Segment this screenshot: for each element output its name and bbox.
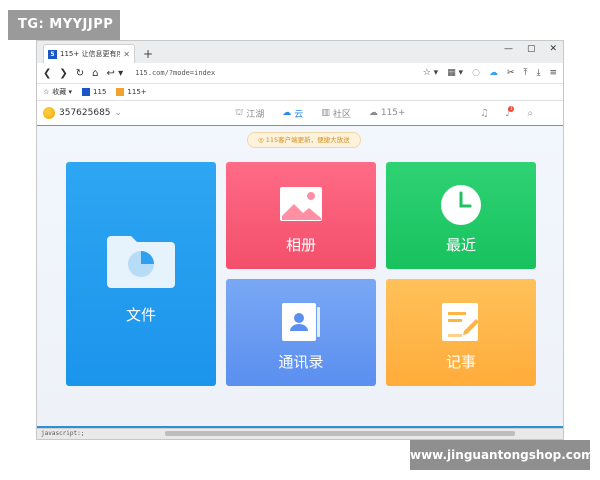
- close-tab-icon[interactable]: ✕: [123, 50, 130, 59]
- nav-label: 115+: [380, 108, 406, 118]
- bookmark-label: 115+: [127, 88, 147, 96]
- maximize-button[interactable]: ▢: [527, 44, 536, 54]
- jianghu-icon: ⛫: [235, 107, 244, 118]
- app-header: 357625685 ⌄ ⛫ 江湖 ☁ 云 ▥ 社区 ☁ 115+ ♫ ♪ 1 ⌕: [37, 101, 563, 125]
- bookmark-star-icon[interactable]: ☆ ▾: [423, 68, 438, 78]
- tab-title: 115+ 让信息更有序: [60, 50, 121, 58]
- contacts-book-icon: [282, 303, 320, 341]
- avatar: [43, 107, 55, 119]
- tile-files[interactable]: 文件: [66, 162, 216, 386]
- tile-label: 记事: [445, 353, 476, 371]
- user-menu[interactable]: 357625685 ⌄: [43, 107, 122, 119]
- notice-text: 115客户端更新，便捷大放送: [265, 136, 350, 144]
- scissors-icon[interactable]: ✂: [507, 68, 515, 78]
- cloud-icon: ☁: [282, 108, 292, 118]
- 115plus-cloud-icon: ☁: [368, 108, 378, 118]
- star-icon: ☆: [43, 88, 50, 96]
- bookmarks-bar: ☆ 收藏 ▾ 115 115+: [37, 84, 563, 101]
- address-tools: ☆ ▾ ▦ ▾ ○ ☁ ✂ ⤒ ⤓ ≡: [423, 68, 557, 78]
- tile-album[interactable]: 相册: [226, 162, 376, 269]
- download-icon[interactable]: ⤓: [536, 68, 540, 78]
- nav-label: 云: [294, 109, 304, 120]
- undo-icon[interactable]: ↩ ▾: [107, 68, 124, 79]
- close-window-button[interactable]: ✕: [549, 44, 557, 54]
- status-bar: javascript:;: [37, 428, 563, 439]
- menu-icon[interactable]: ≡: [549, 68, 557, 78]
- new-tab-button[interactable]: +: [143, 47, 153, 61]
- qr-code-icon[interactable]: ▦ ▾: [447, 68, 463, 78]
- nav-label: 社区: [332, 109, 351, 120]
- tile-label: 通讯录: [278, 353, 324, 371]
- app-115-icon: [82, 88, 91, 96]
- notification-badge: 1: [508, 105, 515, 112]
- tab-bar: 5 115+ 让信息更有序 ✕ + — ▢ ✕: [37, 41, 563, 63]
- bell-icon[interactable]: ♪ 1: [505, 105, 515, 119]
- bookmark-label: 115: [93, 88, 107, 96]
- nav-115plus[interactable]: ☁ 115+: [369, 108, 406, 118]
- main-nav: ⛫ 江湖 ☁ 云 ▥ 社区 ☁ 115+: [235, 101, 406, 125]
- folder-icon: [107, 236, 175, 288]
- home-icon[interactable]: ⌂: [92, 68, 98, 79]
- watermark: www.jinguantongshop.com: [410, 440, 594, 470]
- tile-label: 最近: [445, 236, 476, 254]
- headset-icon[interactable]: ♫: [480, 108, 489, 119]
- note-icon: [442, 303, 479, 341]
- forward-arrow-icon[interactable]: ❯: [59, 68, 67, 79]
- bookmark-label: 收藏 ▾: [52, 88, 73, 96]
- tile-recent[interactable]: 最近: [386, 162, 536, 269]
- clock-icon: [441, 185, 481, 225]
- back-arrow-icon[interactable]: ❮: [43, 68, 51, 79]
- horizontal-scrollbar[interactable]: [165, 431, 515, 436]
- bookmark-115plus[interactable]: 115+: [116, 88, 147, 96]
- bookmark-favorites[interactable]: ☆ 收藏 ▾: [43, 87, 72, 97]
- user-id: 357625685: [59, 108, 111, 118]
- status-text: javascript:;: [41, 430, 85, 437]
- nav-jianghu[interactable]: ⛫ 江湖: [235, 107, 264, 120]
- cloud-sync-icon[interactable]: ☁: [489, 68, 498, 78]
- search-icon[interactable]: ○: [472, 68, 480, 78]
- tile-label: 相册: [285, 236, 316, 254]
- header-actions: ♫ ♪ 1 ⌕: [480, 101, 533, 125]
- tile-contacts[interactable]: 通讯录: [226, 279, 376, 386]
- notice-banner[interactable]: ◎ 115客户端更新，便捷大放送: [247, 132, 361, 148]
- chevron-down-icon: ⌄: [114, 108, 123, 118]
- main-content: ◎ 115客户端更新，便捷大放送 文件 相册 最近 通讯录 记事: [37, 126, 563, 429]
- search-icon[interactable]: ⌕: [527, 108, 533, 119]
- app-115plus-icon: [116, 88, 125, 96]
- nav-cloud[interactable]: ☁ 云: [282, 107, 303, 120]
- info-icon: ◎: [258, 136, 266, 144]
- url-field[interactable]: 115.com/?mode=index: [131, 69, 415, 77]
- upload-icon[interactable]: ⤒: [523, 68, 527, 78]
- favicon-icon: 5: [48, 49, 57, 59]
- tile-notes[interactable]: 记事: [386, 279, 536, 386]
- window-controls: — ▢ ✕: [504, 44, 557, 54]
- bookmark-115[interactable]: 115: [82, 88, 106, 96]
- nav-community[interactable]: ▥ 社区: [321, 107, 351, 120]
- tile-label: 文件: [125, 306, 156, 324]
- image-icon: [280, 187, 322, 221]
- community-icon: ▥: [321, 108, 330, 118]
- corner-tag: TG: MYYJJPP: [8, 10, 120, 40]
- reload-icon[interactable]: ↻: [76, 68, 84, 79]
- browser-window: 5 115+ 让信息更有序 ✕ + — ▢ ✕ ❮ ❯ ↻ ⌂ ↩ ▾ 115.…: [36, 40, 564, 440]
- address-bar: ❮ ❯ ↻ ⌂ ↩ ▾ 115.com/?mode=index ☆ ▾ ▦ ▾ …: [37, 63, 563, 84]
- minimize-button[interactable]: —: [504, 44, 513, 54]
- browser-tab[interactable]: 5 115+ 让信息更有序 ✕: [43, 44, 135, 63]
- nav-label: 江湖: [246, 109, 265, 120]
